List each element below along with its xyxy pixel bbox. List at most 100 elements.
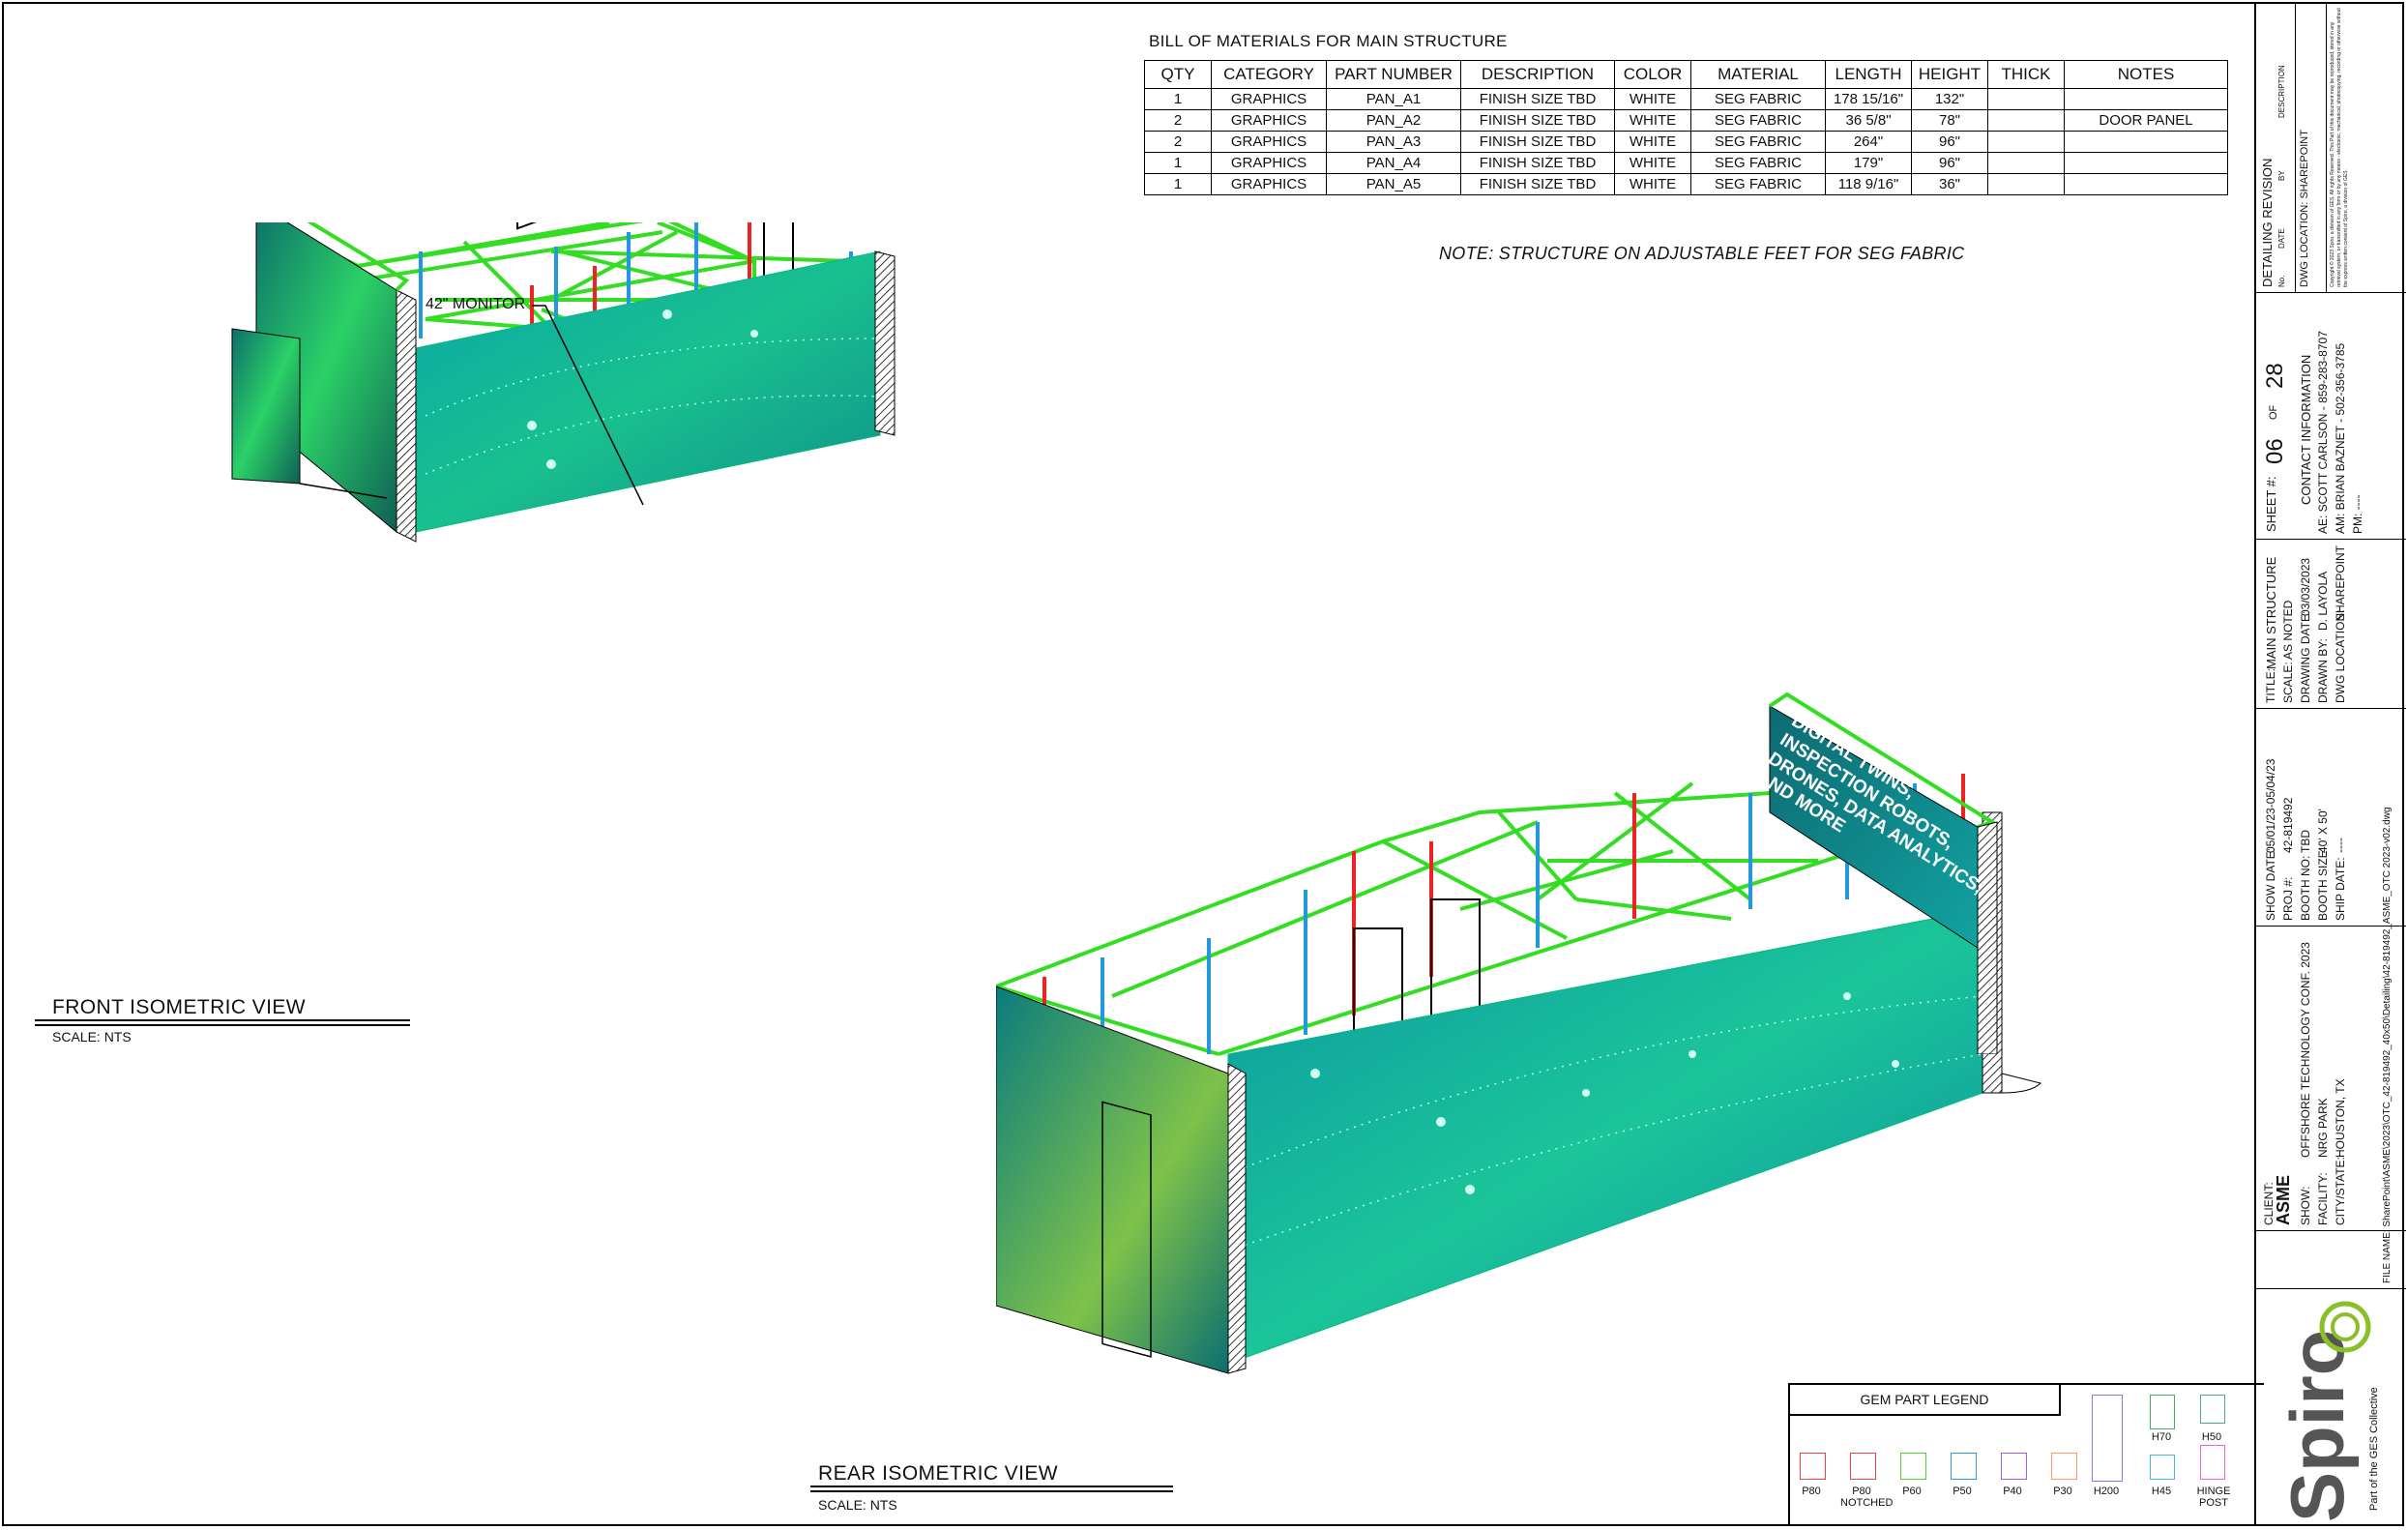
scale-value: AS NOTED: [2281, 600, 2295, 660]
bom-row: 2 GRAPHICS PAN_A2 FINISH SIZE TBD WHITE SEG F…: [1144, 109, 2228, 132]
rev-col-by: BY: [2277, 170, 2286, 181]
bom-header-cell: COLOR: [1614, 60, 1691, 89]
legend-p60: P60: [1902, 1486, 1922, 1497]
rear-view-scale: SCALE: NTS: [818, 1497, 897, 1513]
bom-cell: PAN_A1: [1326, 88, 1461, 110]
rear-title-underline-2: [810, 1490, 1173, 1492]
bom-cell: [1987, 88, 2065, 110]
sheet-of: OF: [2268, 404, 2279, 420]
contact-pm: PM: ----: [2351, 494, 2364, 534]
bom-cell: 96": [1911, 131, 1988, 153]
revision-header: DETAILING REVISION: [2260, 158, 2275, 287]
bom-header-cell: QTY: [1144, 60, 1212, 89]
bom-cell: SEG FABRIC: [1690, 88, 1826, 110]
legend-p40: P40: [2003, 1486, 2022, 1497]
bom-cell: FINISH SIZE TBD: [1460, 88, 1615, 110]
drawing-date-value: 03/03/2023: [2299, 557, 2312, 616]
legend-hinge-post: HINGE POST: [2196, 1486, 2231, 1509]
dwg-location-value: SHAREPOINT: [2334, 544, 2347, 621]
bom-cell: 36": [1911, 173, 1988, 195]
bom-cell: WHITE: [1614, 173, 1691, 195]
contact-ae: AE: SCOTT CARLSON - 859-283-8707: [2316, 331, 2330, 534]
show-label: SHOW:: [2299, 1186, 2312, 1225]
sheet-total: 28: [2262, 363, 2288, 389]
bom-cell: PAN_A4: [1326, 152, 1461, 174]
booth-size-value: 40' X 50': [2316, 809, 2330, 853]
legend-h50: H50: [2201, 1431, 2222, 1443]
bom-header-cell: MATERIAL: [1690, 60, 1826, 89]
tb-divider: [2256, 539, 2406, 540]
dwg-location-label: DWG LOCATION:: [2334, 609, 2347, 703]
rev-col-date: DATE: [2277, 228, 2286, 249]
city-value: HOUSTON, TX: [2334, 1078, 2347, 1158]
rev-col-description: DESCRIPTION: [2277, 65, 2286, 118]
rev-col-no: No.: [2277, 275, 2286, 287]
spiro-tagline: Part of the GES Collective: [2368, 1387, 2380, 1511]
front-title-underline-2: [35, 1024, 410, 1026]
bom-row: 1 GRAPHICS PAN_A4 FINISH SIZE TBD WHITE SEG F…: [1144, 152, 2228, 174]
p40-part-icon: [2001, 1453, 2027, 1480]
monitor-callout-label: 42" MONITOR: [426, 296, 526, 312]
bom-header-cell: NOTES: [2064, 60, 2228, 89]
legend-p80: P80: [1802, 1486, 1821, 1497]
bom-cell: 2: [1144, 131, 1212, 153]
bom-cell: 1: [1144, 173, 1212, 195]
bom-header-row: QTY CATEGORY PART NUMBER DESCRIPTION COLOR MA…: [1144, 60, 2228, 89]
show-value: OFFSHORE TECHNOLOGY CONF. 2023: [2299, 942, 2312, 1158]
scale-label: SCALE:: [2281, 662, 2295, 703]
bom-cell: WHITE: [1614, 109, 1691, 132]
file-name: FILE NAME: SharePoint\ASME\2023\OTC_42-8…: [2382, 807, 2393, 1283]
bom-header-cell: PART NUMBER: [1326, 60, 1461, 89]
ship-date-label: SHIP DATE:: [2334, 857, 2347, 921]
bom-cell: 132": [1911, 88, 1988, 110]
tb-divider: [2256, 292, 2406, 293]
spiro-swirl-icon: [2319, 1301, 2371, 1353]
bom-cell: SEG FABRIC: [1690, 173, 1826, 195]
bom-table: QTY CATEGORY PART NUMBER DESCRIPTION COLOR MA…: [1144, 60, 2228, 195]
title-value: MAIN STRUCTURE: [2264, 556, 2278, 669]
bom-cell: [2064, 131, 2228, 153]
tb-divider: [2256, 708, 2406, 709]
legend-h45: H45: [2151, 1486, 2172, 1497]
contact-am: AM: BRIAN BAZNET - 502-356-3785: [2334, 342, 2347, 534]
bom-cell: WHITE: [1614, 152, 1691, 174]
legend-h70: H70: [2151, 1431, 2172, 1443]
monitor-leader-line: [532, 305, 644, 506]
legend-p30: P30: [2053, 1486, 2072, 1497]
sheet-label: SHEET #:: [2264, 476, 2278, 532]
bom-cell: GRAPHICS: [1211, 152, 1327, 174]
bom-row: 1 GRAPHICS PAN_A1 FINISH SIZE TBD WHITE SEG F…: [1144, 88, 2228, 110]
copyright-note: Copyright © 2023 Spiro, a division of GE…: [2330, 8, 2349, 287]
rear-title-underline: [810, 1486, 1173, 1487]
booth-no-label: BOOTH NO:: [2299, 855, 2312, 921]
legend-p80-notched: P80 NOTCHED: [1840, 1486, 1894, 1509]
bom-cell: 78": [1911, 109, 1988, 132]
bom-cell: PAN_A2: [1326, 109, 1461, 132]
bom-cell: DOOR PANEL: [2064, 109, 2228, 132]
bom-header-cell: THICK: [1987, 60, 2065, 89]
bom-cell: GRAPHICS: [1211, 173, 1327, 195]
bom-row: 2 GRAPHICS PAN_A3 FINISH SIZE TBD WHITE SEG F…: [1144, 131, 2228, 153]
bom-header-cell: DESCRIPTION: [1460, 60, 1615, 89]
p80-part-icon: [1800, 1453, 1826, 1480]
proj-label: PROJ #:: [2281, 876, 2295, 921]
bom-cell: 2: [1144, 109, 1212, 132]
h200-part-icon: [2092, 1395, 2123, 1482]
tb-vdivider: [2295, 2, 2296, 292]
legend-title: GEM PART LEGEND: [1790, 1385, 2061, 1416]
bom-cell: [1987, 131, 2065, 153]
title-label: TITLE:: [2264, 667, 2277, 703]
client-value: ASME: [2274, 1174, 2293, 1225]
bom-cell: WHITE: [1614, 88, 1691, 110]
drawing-date-label: DRAWING DATE:: [2299, 610, 2312, 703]
bom-body: 1 GRAPHICS PAN_A1 FINISH SIZE TBD WHITE SEG F…: [1144, 88, 2228, 195]
bom-cell: 264": [1825, 131, 1912, 153]
bom-cell: FINISH SIZE TBD: [1460, 173, 1615, 195]
p80-notched-part-icon: [1850, 1453, 1876, 1480]
bom-cell: 1: [1144, 88, 1212, 110]
bom-cell: [1987, 173, 2065, 195]
bom-header-cell: LENGTH: [1825, 60, 1912, 89]
city-label: CITY/STATE:: [2334, 1157, 2347, 1225]
bom-cell: SEG FABRIC: [1690, 109, 1826, 132]
bom-cell: 118 9/16": [1825, 173, 1912, 195]
